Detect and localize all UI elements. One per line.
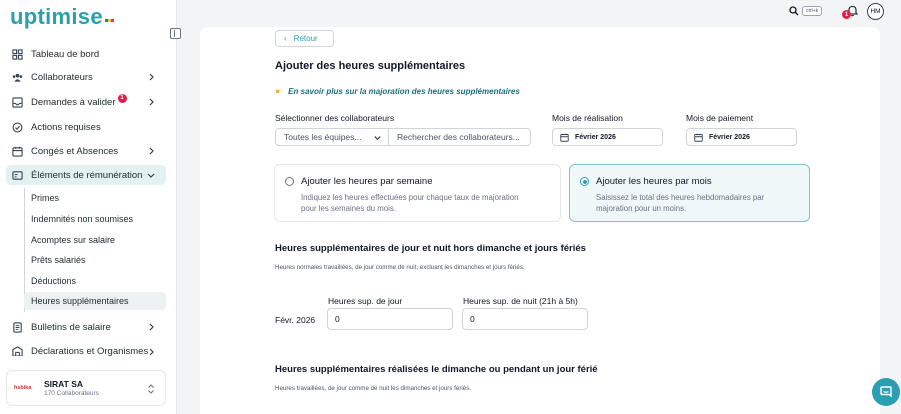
sidebar-item-label: Bulletins de salaire: [31, 321, 111, 333]
chat-button[interactable]: [872, 378, 900, 406]
collapse-sidebar-icon[interactable]: [170, 28, 181, 39]
sidebar-item-label: Éléments de rémunération: [31, 169, 143, 181]
submenu-item-primes[interactable]: Primes: [24, 189, 166, 207]
chevron-right-icon: [149, 73, 154, 81]
sidebar-item-label: Actions requises: [31, 121, 101, 133]
logo-text: uptimise: [10, 4, 103, 29]
check-circle-icon: [12, 122, 23, 133]
inbox-icon: [12, 96, 23, 108]
back-label: Retour: [293, 34, 318, 43]
realisation-month-input[interactable]: Février 2026: [552, 128, 663, 146]
app-logo[interactable]: uptimise: [10, 4, 114, 29]
requests-badge: 1: [117, 93, 127, 103]
company-info: SIRAT SA 170 Collaborateurs: [44, 379, 99, 397]
payment-month-value: Février 2026: [709, 133, 750, 141]
calendar-icon: [12, 146, 23, 157]
shortcut-hint: ctrl+k: [802, 5, 823, 16]
learn-more-label: En savoir plus sur la majoration des heu…: [288, 87, 520, 96]
sidebar-item-label: Tableau de bord: [31, 48, 100, 60]
section-sunday-desc: Heures travaillées, de jour comme de nui…: [275, 385, 472, 392]
night-hours-input[interactable]: [462, 308, 588, 330]
sidebar-item-actions[interactable]: Actions requises: [6, 117, 166, 137]
realisation-label: Mois de réalisation: [552, 113, 623, 123]
sidebar-item-label: Demandes à valider: [31, 96, 116, 108]
option-monthly-desc: Saisissez le total des heures hebdomadai…: [596, 193, 765, 213]
company-switcher[interactable]: hsbika SIRAT SA 170 Collaborateurs: [6, 370, 166, 406]
submenu-item-overtime[interactable]: Heures supplémentaires: [24, 292, 166, 310]
sidebar-item-requests[interactable]: Demandes à valider 1: [6, 92, 166, 112]
back-button[interactable]: ‹ Retour: [275, 30, 334, 47]
radio-weekly[interactable]: [285, 177, 294, 186]
team-select[interactable]: Toutes les équipes...: [276, 129, 389, 145]
submenu-item-deductions[interactable]: Déductions: [24, 272, 166, 290]
sidebar-item-label: Collaborateurs: [31, 71, 93, 83]
chevron-left-icon: ‹: [284, 34, 287, 43]
building-icon: [12, 346, 23, 356]
sidebar-item-label: Déclarations et Organismes: [31, 346, 149, 356]
section-weekday-title: Heures supplémentaires de jour et nuit h…: [275, 243, 586, 254]
sidebar-item-leaves[interactable]: Congés et Absences: [6, 141, 166, 161]
calendar-icon: [694, 133, 703, 142]
chevron-up-down-icon: [148, 384, 154, 394]
option-monthly-title: Ajouter les heures par mois: [596, 176, 712, 187]
page-title: Ajouter des heures supplémentaires: [275, 60, 466, 72]
chat-icon: [880, 386, 892, 398]
option-weekly[interactable]: Ajouter les heures par semaine Indiquez …: [274, 164, 561, 222]
chevron-right-icon: [149, 147, 154, 155]
sidebar: uptimise Tableau de bord Collaborateurs …: [0, 0, 177, 414]
sidebar-item-dashboard[interactable]: Tableau de bord: [6, 44, 166, 64]
day-hours-label: Heures sup. de jour: [328, 296, 403, 306]
company-count: 170 Collaborateurs: [44, 390, 99, 397]
sidebar-item-label: Congés et Absences: [31, 145, 119, 157]
chevron-right-icon: [149, 348, 154, 356]
payment-label: Mois de paiement: [686, 113, 754, 123]
search-button[interactable]: ctrl+k: [789, 3, 835, 18]
company-name: SIRAT SA: [44, 379, 84, 389]
avatar[interactable]: HM: [867, 3, 884, 20]
section-weekday-desc: Heures normales travaillées, de jour com…: [275, 264, 525, 271]
option-weekly-title: Ajouter les heures par semaine: [301, 176, 433, 187]
night-hours-label: Heures sup. de nuit (21h à 5h): [463, 296, 578, 306]
learn-more-link[interactable]: ☛ En savoir plus sur la majoration des h…: [275, 87, 520, 96]
section-sunday-title: Heures supplémentaires réalisées le dima…: [275, 364, 598, 375]
payment-month-input[interactable]: Février 2026: [686, 128, 797, 146]
search-icon: [789, 5, 799, 15]
collaborator-search-input[interactable]: Rechercher des collaborateurs...: [389, 132, 520, 142]
collaborator-selector: Toutes les équipes... Rechercher des col…: [275, 128, 531, 146]
sidebar-item-compensation[interactable]: Éléments de rémunération: [6, 165, 166, 185]
team-select-value: Toutes les équipes...: [284, 132, 362, 142]
document-icon: [12, 321, 23, 333]
month-row-label: Févr. 2026: [275, 315, 316, 325]
users-icon: [12, 72, 23, 83]
calendar-icon: [560, 133, 569, 142]
realisation-month-value: Février 2026: [575, 133, 616, 141]
notification-badge: 1: [842, 10, 851, 19]
sidebar-item-declarations[interactable]: Déclarations et Organismes: [6, 342, 166, 356]
sidebar-item-payslips[interactable]: Bulletins de salaire: [6, 317, 166, 337]
chevron-right-icon: [149, 323, 154, 331]
sidebar-item-collaborators[interactable]: Collaborateurs: [6, 67, 166, 87]
chevron-right-icon: [149, 98, 154, 106]
card-icon: [12, 170, 23, 181]
option-monthly[interactable]: Ajouter les heures par mois Saisissez le…: [569, 164, 810, 222]
logo-flag-icon: [104, 18, 114, 22]
submenu-item-loans[interactable]: Prêts salariés: [24, 251, 166, 269]
pointing-hand-icon: ☛: [275, 87, 283, 96]
submenu-item-advances[interactable]: Acomptes sur salaire: [24, 231, 166, 249]
company-logo: hsbika: [14, 385, 32, 391]
chevron-down-icon: [374, 136, 381, 141]
submenu-item-indemnities[interactable]: Indemnités non soumises: [24, 210, 166, 228]
day-hours-input[interactable]: [327, 308, 453, 330]
grid-icon: [12, 48, 23, 60]
option-weekly-desc: Indiquez les heures effectuées pour chaq…: [301, 193, 519, 213]
radio-monthly[interactable]: [580, 177, 589, 186]
chevron-down-icon: [147, 173, 155, 178]
collab-label: Sélectionner des collaborateurs: [275, 113, 395, 123]
